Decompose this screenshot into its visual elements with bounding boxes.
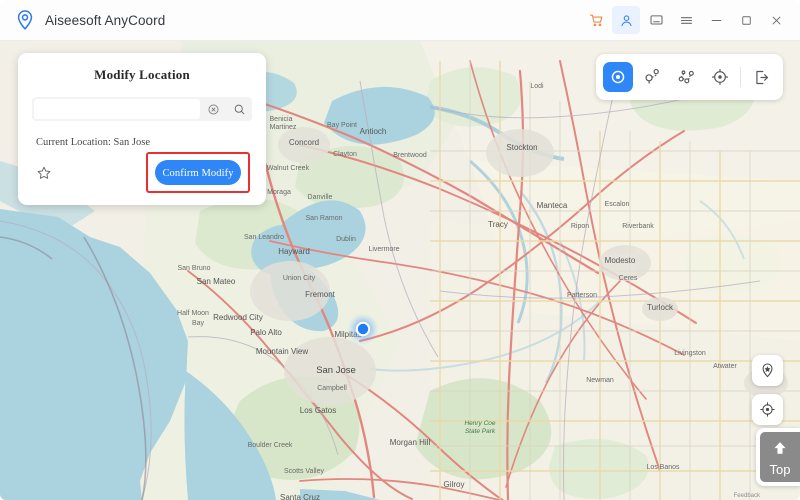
map-side-controls [752, 355, 783, 425]
map-label: Ceres [619, 275, 638, 282]
map-park-label: Henry Coe [464, 420, 495, 427]
current-location-text: Current Location: San Jose [36, 137, 266, 148]
map-label: San Ramon [306, 215, 343, 222]
modify-location-mode-button[interactable] [603, 62, 633, 92]
map-label: Danville [308, 194, 333, 201]
map-label: Benicia [270, 116, 293, 123]
scroll-top-container: Top [756, 428, 800, 486]
map-label: Fremont [305, 290, 336, 299]
map-label: Ripon [571, 223, 589, 230]
toolbar-divider [740, 67, 741, 87]
map-park-label: State Park [465, 428, 496, 435]
map-label: Brentwood [393, 152, 427, 159]
map-label: Tracy [488, 220, 508, 229]
modify-location-panel: Modify Location Current Location: San Jo… [18, 53, 266, 205]
map-label: San Mateo [197, 277, 236, 286]
map-label: Livermore [368, 246, 399, 253]
scroll-top-button[interactable]: Top [760, 432, 800, 482]
map-label: Los Gatos [300, 406, 336, 415]
cart-icon[interactable] [582, 6, 610, 34]
map-label: Bay Point [327, 122, 357, 129]
title-bar: Aiseesoft AnyCoord [0, 0, 800, 41]
map-label: Moraga [267, 189, 291, 196]
map-label: Lodi [530, 83, 544, 90]
map-attribution: Feedback [734, 493, 761, 499]
map-label: Scotts Valley [284, 468, 324, 475]
map-label: San Leandro [244, 234, 284, 241]
map-label: Los Banos [646, 464, 680, 471]
mode-toolbar [596, 54, 783, 100]
map-label: Half Moon [177, 310, 209, 317]
saved-place-button[interactable] [752, 355, 783, 386]
map-label: Gilroy [444, 480, 465, 489]
minimize-icon[interactable] [702, 6, 730, 34]
exit-button[interactable] [746, 62, 776, 92]
arrow-up-icon [770, 439, 790, 462]
map-label: Walnut Creek [267, 165, 310, 172]
map-label: San Bruno [177, 265, 210, 272]
map-label: Boulder Creek [248, 442, 293, 449]
map-label: Dublin [336, 236, 356, 243]
clear-circle-icon[interactable] [200, 103, 226, 116]
joystick-mode-button[interactable] [705, 62, 735, 92]
app-title: Aiseesoft AnyCoord [45, 13, 165, 28]
location-pin-icon [14, 9, 36, 31]
map-label: Modesto [605, 256, 636, 265]
window-controls [582, 6, 790, 34]
confirm-modify-button[interactable]: Confirm Modify [155, 160, 241, 185]
map-label: Concord [289, 138, 319, 147]
map-label: Antioch [360, 127, 387, 136]
map-label: Escalon [605, 201, 630, 208]
feedback-icon[interactable] [642, 6, 670, 34]
map-label-san-jose: San Jose [316, 365, 356, 376]
map-label: Redwood City [213, 313, 263, 322]
map-label: Union City [283, 275, 316, 282]
maximize-icon[interactable] [732, 6, 760, 34]
map-label: Palo Alto [250, 328, 282, 337]
close-icon[interactable] [762, 6, 790, 34]
confirm-highlight-box: Confirm Modify [146, 152, 250, 193]
map-label: Mountain View [256, 347, 309, 356]
map-label: Turlock [647, 303, 674, 312]
map-label: Bay [192, 320, 205, 327]
map-label: Patterson [567, 292, 597, 299]
map-label: Clayton [333, 151, 357, 158]
menu-icon[interactable] [672, 6, 700, 34]
map-label: Atwater [713, 363, 737, 370]
search-icon[interactable] [226, 103, 252, 116]
map-label: Martinez [270, 124, 297, 131]
app-window: Aiseesoft AnyCoord [0, 0, 800, 500]
map-label: Morgan Hill [390, 438, 431, 447]
map-label: Hayward [278, 247, 310, 256]
one-stop-mode-button[interactable] [637, 62, 667, 92]
map-park-labels: Henry Coe State Park [464, 420, 495, 435]
search-row [32, 97, 252, 121]
map-label: Manteca [537, 201, 568, 210]
map-label: Stockton [506, 143, 537, 152]
search-input[interactable] [34, 99, 200, 119]
brand: Aiseesoft AnyCoord [14, 9, 165, 31]
panel-footer: Confirm Modify [18, 152, 266, 193]
account-icon[interactable] [612, 6, 640, 34]
map-label: Livingston [674, 350, 706, 357]
panel-title: Modify Location [18, 53, 266, 83]
multi-stop-mode-button[interactable] [671, 62, 701, 92]
map-label: Santa Cruz [280, 493, 320, 500]
scroll-top-label: Top [770, 463, 791, 476]
current-location-marker[interactable] [347, 313, 379, 345]
map-label: Riverbank [622, 223, 654, 230]
map-label: Campbell [317, 385, 347, 392]
map-label: Newman [586, 377, 614, 384]
center-location-button[interactable] [752, 394, 783, 425]
star-icon[interactable] [34, 163, 54, 183]
